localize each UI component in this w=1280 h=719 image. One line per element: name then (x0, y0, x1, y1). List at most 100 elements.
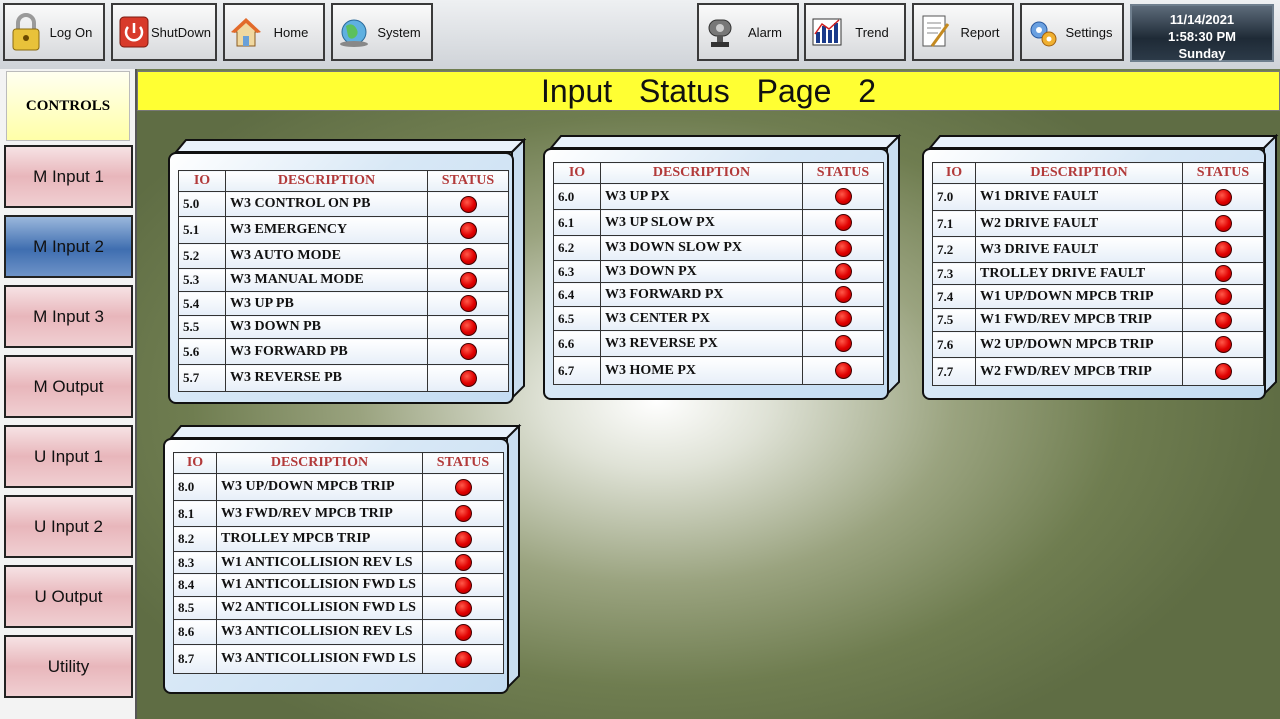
nav-u-output[interactable]: U Output (4, 565, 133, 628)
trend-button[interactable]: Trend (804, 3, 906, 61)
header-io: IO (173, 452, 217, 474)
status-led-icon (454, 650, 472, 668)
io-status-cell (1182, 308, 1264, 332)
status-led-icon (834, 286, 852, 303)
report-button[interactable]: Report (912, 3, 1014, 61)
status-led-icon (454, 554, 472, 571)
io-panel-8: IO DESCRIPTION STATUS 8.0 W3 UP/DOWN MPCB TR… (163, 424, 523, 694)
io-address: 6.3 (553, 260, 601, 283)
table-row: 5.0 W3 CONTROL ON PB (178, 191, 509, 217)
io-status-cell (1182, 357, 1264, 386)
table-row: 7.7 W2 FWD/REV MPCB TRIP (932, 357, 1264, 386)
io-address: 7.6 (932, 331, 976, 358)
report-document-icon (918, 12, 952, 52)
nav-label: M Input 3 (33, 306, 104, 326)
io-address: 5.5 (178, 315, 226, 339)
table-row: 7.1 W2 DRIVE FAULT (932, 210, 1264, 237)
io-status-cell (427, 291, 509, 316)
io-address: 7.5 (932, 308, 976, 332)
nav-m-input-3[interactable]: M Input 3 (4, 285, 133, 348)
status-led-icon (1214, 288, 1232, 305)
io-description: TROLLEY MPCB TRIP (216, 526, 423, 552)
status-led-icon (834, 188, 852, 205)
log-on-button[interactable]: Log On (3, 3, 105, 61)
time-text: 1:58:30 PM (1168, 29, 1236, 44)
nav-u-input-1[interactable]: U Input 1 (4, 425, 133, 488)
io-address: 5.7 (178, 364, 226, 392)
padlock-icon (9, 12, 43, 52)
header-status: STATUS (802, 162, 884, 184)
status-led-icon (459, 195, 477, 213)
nav-m-output[interactable]: M Output (4, 355, 133, 418)
nav-label: U Input 2 (34, 516, 103, 536)
shutdown-button[interactable]: ShutDown (111, 3, 217, 61)
io-status-cell (1182, 210, 1264, 237)
io-status-cell (427, 191, 509, 217)
io-status-cell (422, 500, 504, 527)
io-status-cell (427, 338, 509, 365)
table-row: 6.6 W3 REVERSE PX (553, 330, 884, 357)
io-status-cell (427, 243, 509, 269)
nav-m-input-1[interactable]: M Input 1 (4, 145, 133, 208)
io-status-cell (427, 268, 509, 292)
io-status-cell (1182, 284, 1264, 309)
io-address: 8.7 (173, 644, 217, 674)
status-led-icon (454, 478, 472, 496)
status-led-icon (454, 530, 472, 548)
settings-button[interactable]: Settings (1020, 3, 1124, 61)
io-description: W2 UP/DOWN MPCB TRIP (975, 331, 1183, 358)
nav-label: M Input 1 (33, 166, 104, 186)
network-globe-icon (337, 12, 371, 52)
io-panel-7: IO DESCRIPTION STATUS 7.0 W1 DRIVE FAULT 7.1 W… (922, 134, 1280, 400)
io-panel-6: IO DESCRIPTION STATUS 6.0 W3 UP PX 6.1 W3 UP S… (543, 134, 903, 400)
io-description: W3 DOWN SLOW PX (600, 235, 803, 261)
io-description: W3 DOWN PB (225, 315, 428, 339)
system-label: System (377, 24, 421, 40)
alarm-button[interactable]: Alarm (697, 3, 799, 61)
table-row: 8.6 W3 ANTICOLLISION REV LS (173, 619, 504, 645)
table-row: 5.1 W3 EMERGENCY (178, 216, 509, 244)
nav-label: M Input 2 (33, 236, 104, 256)
io-address: 5.1 (178, 216, 226, 244)
io-address: 6.5 (553, 306, 601, 331)
header-status: STATUS (1182, 162, 1264, 184)
io-address: 6.7 (553, 356, 601, 385)
table-header-row: IO DESCRIPTION STATUS (932, 162, 1264, 184)
date-text: 11/14/2021 (1169, 12, 1235, 27)
io-address: 8.4 (173, 573, 217, 597)
io-description: W3 ANTICOLLISION REV LS (216, 619, 423, 645)
io-description: W3 FWD/REV MPCB TRIP (216, 500, 423, 527)
alarm-bell-icon (703, 12, 737, 52)
table-row: 8.2 TROLLEY MPCB TRIP (173, 526, 504, 552)
table-row: 6.5 W3 CENTER PX (553, 306, 884, 331)
io-description: W3 UP SLOW PX (600, 209, 803, 236)
home-button[interactable]: Home (223, 3, 325, 61)
nav-u-input-2[interactable]: U Input 2 (4, 495, 133, 558)
table-row: 8.7 W3 ANTICOLLISION FWD LS (173, 644, 504, 674)
header-status: STATUS (422, 452, 504, 474)
io-status-cell (802, 209, 884, 236)
table-row: 5.7 W3 REVERSE PB (178, 364, 509, 392)
nav-utility[interactable]: Utility (4, 635, 133, 698)
nav-label: U Input 1 (34, 446, 103, 466)
io-description: W3 HOME PX (600, 356, 803, 385)
settings-label: Settings (1065, 24, 1113, 40)
status-led-icon (1214, 311, 1232, 329)
io-status-cell (422, 596, 504, 620)
io-status-cell (802, 306, 884, 331)
system-button[interactable]: System (331, 3, 433, 61)
io-address: 8.3 (173, 551, 217, 574)
trend-chart-icon (810, 12, 844, 52)
table-row: 6.7 W3 HOME PX (553, 356, 884, 385)
table-row: 7.2 W3 DRIVE FAULT (932, 236, 1264, 263)
io-address: 6.0 (553, 183, 601, 210)
nav-m-input-2[interactable]: M Input 2 (4, 215, 133, 278)
io-address: 7.4 (932, 284, 976, 309)
table-row: 7.4 W1 UP/DOWN MPCB TRIP (932, 284, 1264, 309)
status-led-icon (834, 362, 852, 379)
io-address: 5.3 (178, 268, 226, 292)
io-address: 7.3 (932, 262, 976, 285)
io-address: 8.0 (173, 473, 217, 501)
io-status-cell (427, 315, 509, 339)
io-status-cell (1182, 236, 1264, 263)
